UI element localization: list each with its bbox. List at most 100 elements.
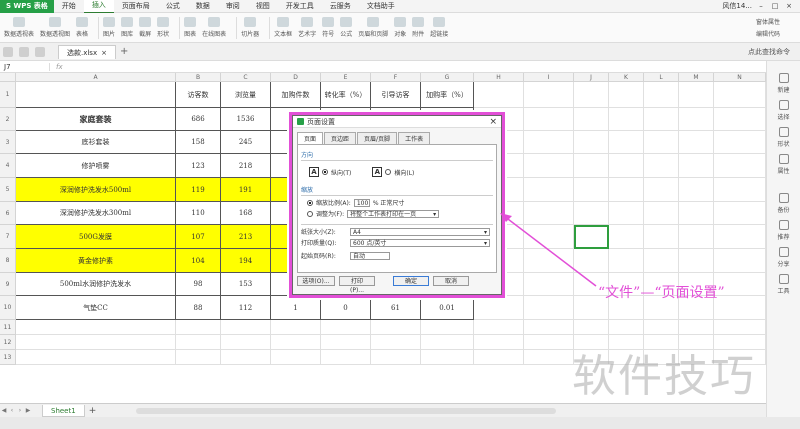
table-cell[interactable]: 转化率（%） xyxy=(321,82,371,108)
app-logo[interactable]: S WPS 表格 xyxy=(0,0,54,13)
table-cell[interactable] xyxy=(524,225,574,249)
prev-sheet-icon[interactable]: ‹ xyxy=(8,407,16,414)
row-header[interactable]: 2 xyxy=(0,108,16,131)
table-cell[interactable] xyxy=(609,178,644,202)
row-header[interactable]: 8 xyxy=(0,249,16,273)
table-cell[interactable] xyxy=(371,320,421,335)
ribbon-hyperlink[interactable]: 超链接 xyxy=(430,17,448,38)
table-cell[interactable] xyxy=(524,108,574,131)
tab-cloud[interactable]: 云服务 xyxy=(322,0,359,13)
close-tab-icon[interactable]: × xyxy=(101,46,107,59)
table-cell[interactable]: 88 xyxy=(176,296,221,320)
table-cell[interactable] xyxy=(524,178,574,202)
table-cell[interactable] xyxy=(609,249,644,273)
table-cell[interactable]: 168 xyxy=(221,202,271,225)
fx-icon[interactable]: fx xyxy=(50,63,63,71)
table-cell[interactable] xyxy=(524,82,574,108)
column-header[interactable]: L xyxy=(644,73,679,82)
close-icon[interactable]: × xyxy=(784,2,794,10)
table-cell[interactable]: 家庭套装 xyxy=(16,108,176,131)
ribbon-textbox[interactable]: 文本框 xyxy=(274,17,292,38)
table-cell[interactable] xyxy=(609,82,644,108)
table-cell[interactable]: 500G发膜 xyxy=(16,225,176,249)
tab-view[interactable]: 视图 xyxy=(248,0,278,13)
column-header[interactable]: B xyxy=(176,73,221,82)
table-cell[interactable] xyxy=(574,131,609,154)
row-header[interactable]: 7 xyxy=(0,225,16,249)
row-header[interactable]: 6 xyxy=(0,202,16,225)
row-header[interactable]: 5 xyxy=(0,178,16,202)
table-cell[interactable]: 500ml水润修护洗发水 xyxy=(16,273,176,296)
table-cell[interactable] xyxy=(574,108,609,131)
table-cell[interactable] xyxy=(714,320,766,335)
tab-sheet[interactable]: 工作表 xyxy=(398,132,431,144)
tab-page-layout[interactable]: 页面布局 xyxy=(114,0,158,13)
sidebar-item[interactable]: 形状 xyxy=(767,127,800,148)
table-cell[interactable] xyxy=(644,320,679,335)
table-cell[interactable] xyxy=(16,350,176,365)
paper-size-select[interactable]: A4 ▾ xyxy=(350,227,490,236)
table-cell[interactable] xyxy=(221,320,271,335)
fit-to-radio[interactable] xyxy=(307,210,313,217)
table-cell[interactable]: 218 xyxy=(221,154,271,178)
column-header[interactable]: J xyxy=(574,73,609,82)
table-cell[interactable]: 119 xyxy=(176,178,221,202)
table-cell[interactable]: 访客数 xyxy=(176,82,221,108)
dialog-close-icon[interactable]: × xyxy=(489,117,501,127)
ribbon-shapes[interactable]: 形状 xyxy=(157,17,169,38)
table-cell[interactable] xyxy=(609,154,644,178)
column-header[interactable]: D xyxy=(271,73,321,82)
form-properties-button[interactable]: 窗体属性 xyxy=(756,17,780,26)
ribbon-picture[interactable]: 图片 xyxy=(103,17,115,38)
table-cell[interactable] xyxy=(271,350,321,365)
tab-developer[interactable]: 开发工具 xyxy=(278,0,322,13)
select-all-corner[interactable] xyxy=(0,73,16,82)
table-cell[interactable] xyxy=(524,131,574,154)
table-cell[interactable] xyxy=(574,178,609,202)
ribbon-table[interactable]: 表格 xyxy=(76,17,88,38)
tab-doc-assistant[interactable]: 文档助手 xyxy=(359,0,403,13)
column-header[interactable]: A xyxy=(16,73,176,82)
ribbon-attachment[interactable]: 附件 xyxy=(412,17,424,38)
portrait-radio[interactable] xyxy=(322,169,328,175)
table-cell[interactable]: 底衫套装 xyxy=(16,131,176,154)
table-cell[interactable] xyxy=(271,320,321,335)
table-cell[interactable]: 245 xyxy=(221,131,271,154)
ribbon-object[interactable]: 对象 xyxy=(394,17,406,38)
table-cell[interactable] xyxy=(609,131,644,154)
table-cell[interactable] xyxy=(644,82,679,108)
sidebar-item[interactable]: 属性 xyxy=(767,154,800,175)
table-cell[interactable] xyxy=(714,225,766,249)
column-header[interactable]: N xyxy=(714,73,766,82)
row-header[interactable]: 3 xyxy=(0,131,16,154)
table-cell[interactable] xyxy=(524,335,574,350)
table-cell[interactable] xyxy=(574,320,609,335)
ribbon-equation[interactable]: 公式 xyxy=(340,17,352,38)
table-cell[interactable]: 686 xyxy=(176,108,221,131)
table-cell[interactable]: 加购件数 xyxy=(271,82,321,108)
column-header[interactable]: K xyxy=(609,73,644,82)
table-cell[interactable] xyxy=(679,154,714,178)
table-cell[interactable] xyxy=(474,320,524,335)
table-cell[interactable]: 107 xyxy=(176,225,221,249)
sidebar-item[interactable]: 新建 xyxy=(767,73,800,94)
next-sheet-icon[interactable]: › xyxy=(16,407,24,414)
column-header[interactable]: H xyxy=(474,73,524,82)
sidebar-item[interactable]: 推荐 xyxy=(767,220,800,241)
table-cell[interactable] xyxy=(176,320,221,335)
first-sheet-icon[interactable]: ◀ xyxy=(0,407,8,414)
table-cell[interactable] xyxy=(321,320,371,335)
row-header[interactable]: 9 xyxy=(0,273,16,296)
sidebar-item[interactable]: 备份 xyxy=(767,193,800,214)
table-cell[interactable]: 61 xyxy=(371,296,421,320)
table-cell[interactable] xyxy=(221,335,271,350)
landscape-radio[interactable] xyxy=(385,169,392,175)
row-header[interactable]: 4 xyxy=(0,154,16,178)
tab-margins[interactable]: 页边距 xyxy=(324,132,357,144)
tab-insert[interactable]: 插入 xyxy=(83,0,114,14)
table-cell[interactable] xyxy=(16,82,176,108)
ribbon-pivot-table[interactable]: 数据透视表 xyxy=(4,17,34,38)
table-cell[interactable]: 191 xyxy=(221,178,271,202)
table-cell[interactable] xyxy=(176,335,221,350)
row-header[interactable]: 11 xyxy=(0,320,16,335)
